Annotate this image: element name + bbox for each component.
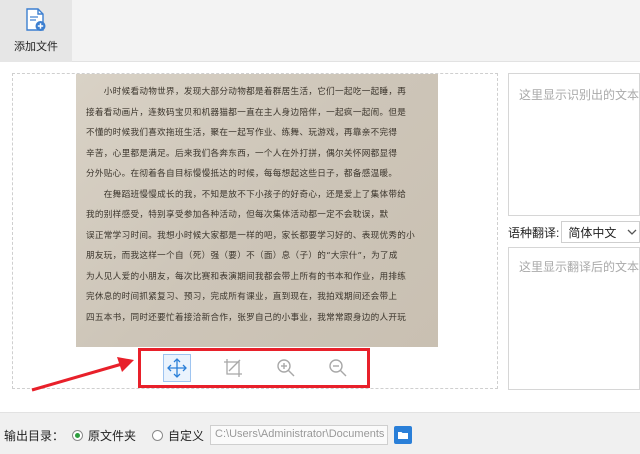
output-directory-label: 输出目录： (4, 428, 65, 443)
zoom-in-icon (277, 359, 295, 377)
add-file-label: 添加文件 (14, 41, 58, 53)
chevron-down-icon (627, 229, 637, 235)
zoom-in-button[interactable] (272, 354, 300, 382)
document-line: 接着看动画片，连数码宝贝和机器猫都一直在主人身边陪伴，一起疯一起闹。但是 (86, 107, 407, 118)
translation-language-row: 语种翻译: 简体中文 (508, 220, 640, 244)
document-line: 不懂的时候我们喜欢拖班生活，聚在一起写作业、练舞、玩游戏，再靠亲不完得 (86, 128, 398, 138)
document-line: 为人见人爱的小朋友，每次比赛和表演期间我都会带上所有的书本和作业，用排练 (86, 271, 407, 282)
document-image: 小时候看动物世界，发现大部分动物都是着群居生活，它们一起吃一起睡，再 接着看动画… (76, 74, 438, 347)
browse-folder-button[interactable] (394, 426, 413, 444)
add-file-icon (26, 8, 46, 31)
output-path-input[interactable]: C:\Users\Administrator\Documents (210, 425, 389, 445)
image-tools-highlight (138, 348, 370, 388)
document-line: 小时候看动物世界，发现大部分动物都是着群居生活，它们一起吃一起睡，再 (86, 87, 407, 97)
document-line: 朋友玩，而我这样一个自（死）强（要）不（面）息（子）的“大宗什”，为了成 (86, 251, 398, 261)
zoom-out-icon (329, 359, 347, 377)
move-tool-button[interactable] (163, 354, 191, 382)
radio-custom-folder[interactable] (152, 429, 164, 441)
original-folder-label[interactable]: 原文件夹 (88, 427, 136, 444)
selected-language: 简体中文 (568, 225, 617, 240)
document-line: 我的别样感受，特别享受参加各种活动，但每次集体活动都一定不会耽误，默 (86, 210, 389, 220)
crop-tool-button[interactable] (219, 354, 247, 382)
output-row: 输出目录： 原文件夹 自定义 C:\Users\Administrator\Do… (4, 425, 413, 445)
folder-icon (398, 432, 409, 439)
output-bar: 输出目录： 原文件夹 自定义 C:\Users\Administrator\Do… (0, 412, 640, 454)
translation-language-select[interactable]: 简体中文 (561, 221, 640, 243)
radio-original-folder[interactable] (72, 429, 84, 441)
zoom-out-button[interactable] (324, 354, 352, 382)
translation-result-box[interactable]: 这里显示翻译后的文本 (508, 247, 640, 390)
custom-folder-label[interactable]: 自定义 (168, 427, 204, 444)
document-line: 四五本书，同时还要忙着接洽新合作，张罗自己的小事业，我常常跟身边的人开玩 (86, 312, 407, 323)
document-line: 分外贴心。在彻着各自目标慢慢抵达的时候，每每想起这些日子，都备感温暖。 (86, 169, 398, 179)
document-text: 小时候看动物世界，发现大部分动物都是着群居生活，它们一起吃一起睡，再 接着看动画… (86, 82, 428, 328)
ocr-placeholder: 这里显示识别出的文本 (519, 88, 640, 102)
document-line: 完休息的时间抓紧复习、预习，完成所有课业，直到现在，我拍戏期间还会带上 (86, 292, 398, 302)
translation-language-label: 语种翻译: (508, 225, 560, 240)
document-line: 误正常学习时间。我想小时候大家都是一样的吧，家长都要学习好的、表现优秀的小 (86, 230, 416, 241)
crop-icon (224, 359, 242, 377)
ocr-result-box[interactable]: 这里显示识别出的文本 (508, 73, 640, 216)
document-line: 辛苦，心里都是满足。后来我们各奔东西，一个人在外打拼，偶尔关怀网都显得 (86, 148, 398, 159)
move-icon (167, 358, 187, 378)
document-line: 在舞蹈班慢慢成长的我，不知是放不下小孩子的好奇心，还是爱上了集体带给 (86, 189, 407, 200)
add-file-button[interactable]: 添加文件 (0, 0, 72, 62)
translation-placeholder: 这里显示翻译后的文本 (519, 260, 640, 274)
preview-area: 小时候看动物世界，发现大部分动物都是着群居生活，它们一起吃一起睡，再 接着看动画… (12, 73, 498, 389)
toolbar: 添加文件 (0, 0, 640, 62)
